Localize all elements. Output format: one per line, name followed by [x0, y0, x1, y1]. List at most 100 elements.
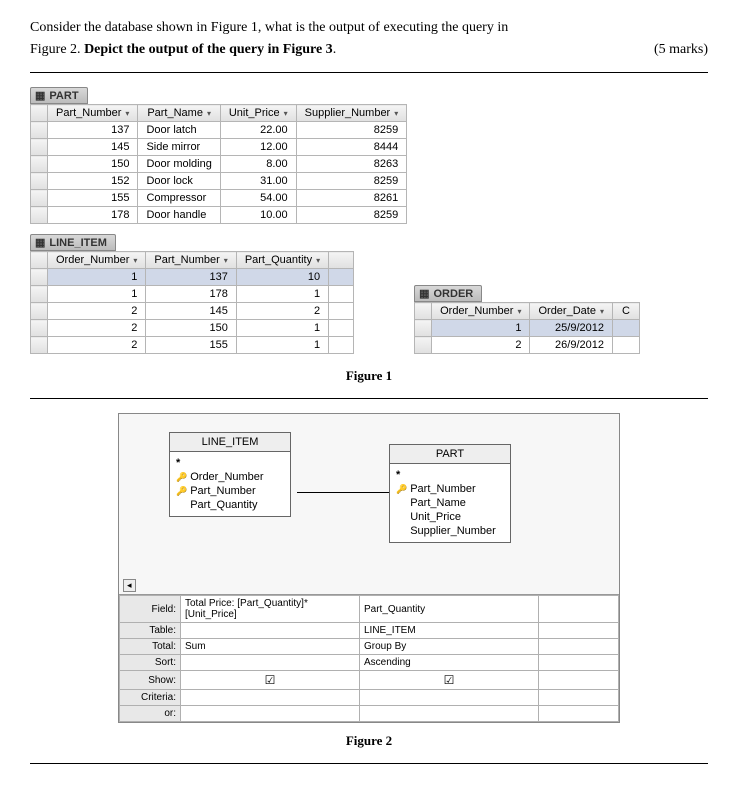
cell: 2	[432, 337, 530, 354]
field-label: Part_Quantity	[190, 499, 257, 511]
qbe-empty[interactable]	[539, 655, 619, 671]
dropdown-icon[interactable]: ▾	[517, 307, 521, 316]
star-field[interactable]: *	[176, 456, 284, 470]
cell: 8259	[296, 122, 407, 139]
qbe-empty[interactable]	[539, 671, 619, 690]
scroll-left-icon[interactable]: ◂	[123, 579, 136, 592]
col-part-number[interactable]: Part_Number▾	[48, 105, 138, 122]
table-row[interactable]: 21452	[31, 303, 354, 320]
dropdown-icon[interactable]: ▾	[207, 109, 211, 118]
cell: 1	[48, 286, 146, 303]
table-row[interactable]: 125/9/2012	[415, 320, 640, 337]
lineitem-table: Order_Number▾ Part_Number▾ Part_Quantity…	[30, 251, 354, 354]
dropdown-icon[interactable]: ▾	[316, 256, 320, 265]
question-line1: Consider the database shown in Figure 1,…	[30, 20, 708, 36]
col-extra-hint[interactable]: C	[612, 303, 639, 320]
cell: 8261	[296, 190, 407, 207]
col-order-number[interactable]: Order_Number▾	[432, 303, 530, 320]
table-row[interactable]: 21551	[31, 337, 354, 354]
col-part-quantity[interactable]: Part_Quantity▾	[236, 252, 328, 269]
dropdown-icon[interactable]: ▾	[394, 109, 398, 118]
table-row[interactable]: 152Door lock31.008259	[31, 173, 407, 190]
table-row[interactable]: 21501	[31, 320, 354, 337]
col-supplier-number[interactable]: Supplier_Number▾	[296, 105, 407, 122]
q-suffix: .	[333, 42, 337, 57]
table-row[interactable]: 137Door latch22.008259	[31, 122, 407, 139]
part-field-list[interactable]: PART * 🔑Part_Number 🔑Part_Name 🔑Unit_Pri…	[389, 444, 511, 543]
qbe-label-show: Show:	[120, 671, 181, 690]
col-extra[interactable]	[329, 252, 354, 269]
cell: 26/9/2012	[530, 337, 613, 354]
qbe-show-col2[interactable]: ☑	[360, 671, 539, 690]
qbe-empty[interactable]	[539, 706, 619, 722]
star-field[interactable]: *	[396, 468, 504, 482]
question-line2: Figure 2. Depict the output of the query…	[30, 42, 708, 58]
qbe-or-col1[interactable]	[181, 706, 360, 722]
field-label: Order_Number	[190, 471, 263, 483]
order-title: ORDER	[434, 288, 474, 300]
qbe-show-col1[interactable]: ☑	[181, 671, 360, 690]
col-part-name[interactable]: Part_Name▾	[138, 105, 220, 122]
qbe-sort-col1[interactable]	[181, 655, 360, 671]
qbe-table-col2[interactable]: LINE_ITEM	[360, 623, 539, 639]
field-part-number[interactable]: 🔑Part_Number	[396, 482, 504, 496]
dropdown-icon[interactable]: ▾	[284, 109, 288, 118]
lineitem-field-list[interactable]: LINE_ITEM * 🔑Order_Number 🔑Part_Number 🔑…	[169, 432, 291, 517]
part-title-bar: ▦PART	[30, 87, 88, 104]
part-table: Part_Number▾ Part_Name▾ Unit_Price▾ Supp…	[30, 104, 407, 224]
qbe-empty[interactable]	[539, 596, 619, 623]
table-row[interactable]: 113710	[31, 269, 354, 286]
qbe-criteria-col1[interactable]	[181, 690, 360, 706]
cell: 155	[146, 337, 236, 354]
cell: 2	[48, 320, 146, 337]
qbe-label-or: or:	[120, 706, 181, 722]
qbe-label-total: Total:	[120, 639, 181, 655]
qbe-empty[interactable]	[539, 639, 619, 655]
field-part-quantity[interactable]: 🔑Part_Quantity	[176, 498, 284, 512]
qbe-field-col2[interactable]: Part_Quantity	[360, 596, 539, 623]
dropdown-icon[interactable]: ▾	[125, 109, 129, 118]
field-unit-price[interactable]: 🔑Unit_Price	[396, 510, 504, 524]
col-part-number[interactable]: Part_Number▾	[146, 252, 236, 269]
qbe-empty[interactable]	[539, 623, 619, 639]
lineitem-box-title: LINE_ITEM	[170, 433, 290, 452]
dropdown-icon[interactable]: ▾	[133, 256, 137, 265]
col-order-number[interactable]: Order_Number▾	[48, 252, 146, 269]
cell: 1	[432, 320, 530, 337]
qbe-empty[interactable]	[539, 690, 619, 706]
cell: Door molding	[138, 156, 220, 173]
field-part-name[interactable]: 🔑Part_Name	[396, 496, 504, 510]
field-supplier-number[interactable]: 🔑Supplier_Number	[396, 524, 504, 538]
table-row[interactable]: 145Side mirror12.008444	[31, 139, 407, 156]
col-order-date[interactable]: Order_Date▾	[530, 303, 613, 320]
col-unit-price[interactable]: Unit_Price▾	[220, 105, 296, 122]
order-datasheet: ▦ ORDER Order_Number▾ Order_Date▾ C 125/9…	[414, 285, 640, 354]
table-row[interactable]: 155Compressor54.008261	[31, 190, 407, 207]
field-order-number[interactable]: 🔑Order_Number	[176, 470, 284, 484]
qbe-criteria-col2[interactable]	[360, 690, 539, 706]
cell: Door handle	[138, 207, 220, 224]
qbe-or-col2[interactable]	[360, 706, 539, 722]
field-part-number[interactable]: 🔑Part_Number	[176, 484, 284, 498]
cell: 150	[146, 320, 236, 337]
qbe-sort-col2[interactable]: Ascending	[360, 655, 539, 671]
qbe-field-col1[interactable]: Total Price: [Part_Quantity]*[Unit_Price…	[181, 596, 360, 623]
table-row[interactable]: 178Door handle10.008259	[31, 207, 407, 224]
qbe-table-col1[interactable]	[181, 623, 360, 639]
cell: 12.00	[220, 139, 296, 156]
qbe-total-col1[interactable]: Sum	[181, 639, 360, 655]
relationship-area: LINE_ITEM * 🔑Order_Number 🔑Part_Number 🔑…	[119, 414, 619, 595]
table-row[interactable]: 150Door molding8.008263	[31, 156, 407, 173]
qbe-grid: Field: Total Price: [Part_Quantity]*[Uni…	[119, 595, 619, 722]
datasheet-icon: ▦	[419, 288, 429, 300]
cell: 145	[48, 139, 138, 156]
qbe-total-col2[interactable]: Group By	[360, 639, 539, 655]
table-row[interactable]: 11781	[31, 286, 354, 303]
dropdown-icon[interactable]: ▾	[224, 256, 228, 265]
cell: 10.00	[220, 207, 296, 224]
part-title: PART	[49, 90, 78, 102]
join-line[interactable]	[297, 492, 389, 493]
table-row[interactable]: 226/9/2012	[415, 337, 640, 354]
cell: 8263	[296, 156, 407, 173]
dropdown-icon[interactable]: ▾	[600, 307, 604, 316]
